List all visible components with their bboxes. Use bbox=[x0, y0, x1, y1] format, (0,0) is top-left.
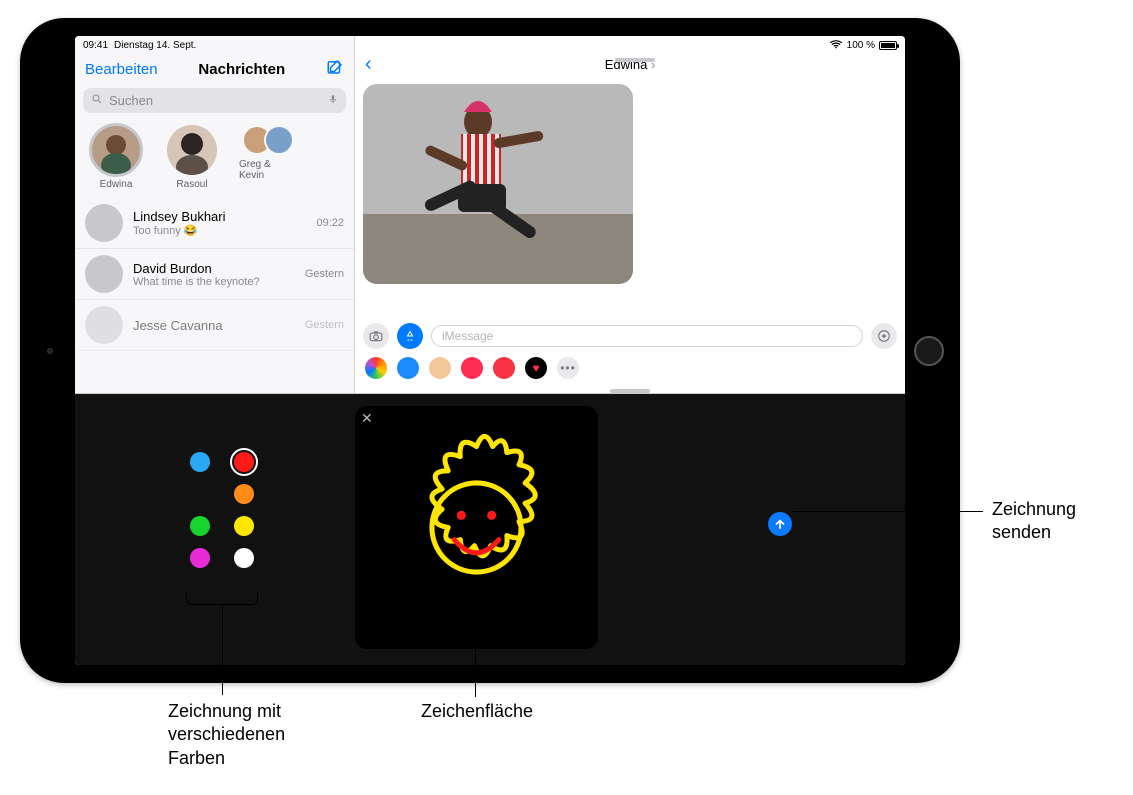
pinned-group[interactable]: Greg & Kevin bbox=[239, 125, 297, 190]
callout-send: Zeichnung senden bbox=[992, 498, 1122, 545]
search-placeholder: Suchen bbox=[109, 93, 153, 108]
status-time: 09:41 bbox=[83, 40, 108, 51]
color-swatch-white[interactable] bbox=[234, 548, 254, 568]
drawing-canvas[interactable]: ✕ bbox=[355, 406, 598, 649]
back-button[interactable]: ‹ bbox=[365, 54, 372, 74]
pinned-contact[interactable]: Rasoul bbox=[163, 125, 221, 190]
callout-canvas: Zeichenfläche bbox=[421, 700, 533, 723]
avatar bbox=[85, 204, 123, 242]
front-camera bbox=[47, 348, 53, 354]
callout-bracket-colors bbox=[186, 593, 258, 605]
status-bar-left: 09:41 Dienstag 14. Sept. bbox=[75, 36, 354, 54]
edit-button[interactable]: Bearbeiten bbox=[85, 61, 158, 78]
pinned-contact[interactable]: Edwina bbox=[87, 125, 145, 190]
battery-pct: 100 % bbox=[847, 40, 875, 51]
message-preview: Too funny 😂 bbox=[133, 224, 306, 237]
conversation-pane: 100 % ‹ Edwina › bbox=[355, 36, 905, 393]
screen: 09:41 Dienstag 14. Sept. Bearbeiten Nach… bbox=[75, 36, 905, 665]
status-bar-right: 100 % bbox=[355, 36, 905, 54]
received-photo[interactable] bbox=[363, 84, 633, 284]
appstore-button[interactable] bbox=[397, 323, 423, 349]
app-strip[interactable]: ♥ ••• bbox=[355, 353, 905, 387]
status-date: Dienstag 14. Sept. bbox=[114, 40, 196, 51]
camera-button[interactable] bbox=[363, 323, 389, 349]
avatar bbox=[85, 306, 123, 344]
group-avatars bbox=[242, 125, 294, 155]
message-input-row: iMessage bbox=[355, 319, 905, 353]
appstore-app-icon[interactable] bbox=[397, 357, 419, 379]
conversation-list-sidebar: 09:41 Dienstag 14. Sept. Bearbeiten Nach… bbox=[75, 36, 355, 393]
send-drawing-button[interactable] bbox=[768, 512, 792, 536]
music-app-icon[interactable] bbox=[461, 357, 483, 379]
close-canvas-button[interactable]: ✕ bbox=[361, 410, 373, 427]
message-input[interactable]: iMessage bbox=[431, 325, 863, 347]
row-time: 09:22 bbox=[316, 217, 344, 229]
battery-icon bbox=[879, 41, 897, 50]
dictate-icon[interactable] bbox=[328, 92, 338, 109]
input-placeholder: iMessage bbox=[442, 329, 493, 343]
sidebar-nav: Bearbeiten Nachrichten bbox=[75, 54, 354, 86]
message-preview: What time is the keynote? bbox=[133, 276, 295, 288]
photos-app-icon[interactable] bbox=[365, 357, 387, 379]
contact-name: Jesse Cavanna bbox=[133, 318, 295, 333]
callout-line-canvas bbox=[475, 647, 476, 697]
sidebar-title: Nachrichten bbox=[158, 61, 326, 78]
digital-touch-panel: ✕ bbox=[75, 394, 905, 665]
avatar bbox=[167, 125, 217, 175]
search-field[interactable]: Suchen bbox=[83, 88, 346, 113]
color-swatch-orange[interactable] bbox=[234, 484, 254, 504]
digital-touch-app-icon[interactable]: ♥ bbox=[525, 357, 547, 379]
app-drawer-grabber[interactable] bbox=[610, 389, 650, 393]
memoji-app-icon[interactable] bbox=[429, 357, 451, 379]
home-button[interactable] bbox=[914, 336, 944, 366]
compose-button[interactable] bbox=[326, 58, 344, 80]
conversation-row[interactable]: David Burdon What time is the keynote? G… bbox=[75, 249, 354, 300]
search-icon bbox=[91, 93, 103, 108]
callout-colors: Zeichnung mit verschiedenen Farben bbox=[168, 700, 338, 770]
color-swatch-green[interactable] bbox=[190, 516, 210, 536]
ipad-frame: 09:41 Dienstag 14. Sept. Bearbeiten Nach… bbox=[20, 18, 960, 683]
more-apps-button[interactable]: ••• bbox=[557, 357, 579, 379]
color-swatch-blue[interactable] bbox=[190, 452, 210, 472]
color-swatch-yellow[interactable] bbox=[234, 516, 254, 536]
conversation-body[interactable] bbox=[355, 78, 905, 319]
color-swatch-red[interactable] bbox=[234, 452, 254, 472]
pinned-name: Rasoul bbox=[176, 179, 207, 190]
pinned-name: Greg & Kevin bbox=[239, 159, 297, 181]
conversation-row[interactable]: Jesse Cavanna Gestern bbox=[75, 300, 354, 351]
color-palette bbox=[190, 452, 258, 568]
contact-name: David Burdon bbox=[133, 261, 295, 276]
row-time: Gestern bbox=[305, 319, 344, 331]
avatar bbox=[91, 125, 141, 175]
itunes-app-icon[interactable] bbox=[493, 357, 515, 379]
audio-message-button[interactable] bbox=[871, 323, 897, 349]
conversation-list[interactable]: Lindsey Bukhari Too funny 😂 09:22 David … bbox=[75, 198, 354, 393]
avatar bbox=[85, 255, 123, 293]
callout-line-colors bbox=[222, 605, 223, 695]
grabber[interactable] bbox=[615, 58, 655, 62]
wifi-icon bbox=[829, 39, 843, 52]
pinned-name: Edwina bbox=[100, 179, 133, 190]
row-time: Gestern bbox=[305, 268, 344, 280]
messages-app: 09:41 Dienstag 14. Sept. Bearbeiten Nach… bbox=[75, 36, 905, 394]
color-swatch-magenta[interactable] bbox=[190, 548, 210, 568]
pinned-row: Edwina Rasoul Greg & Kevin bbox=[75, 119, 354, 198]
conversation-row[interactable]: Lindsey Bukhari Too funny 😂 09:22 bbox=[75, 198, 354, 249]
callout-line-send bbox=[793, 511, 983, 512]
contact-name: Lindsey Bukhari bbox=[133, 209, 306, 224]
